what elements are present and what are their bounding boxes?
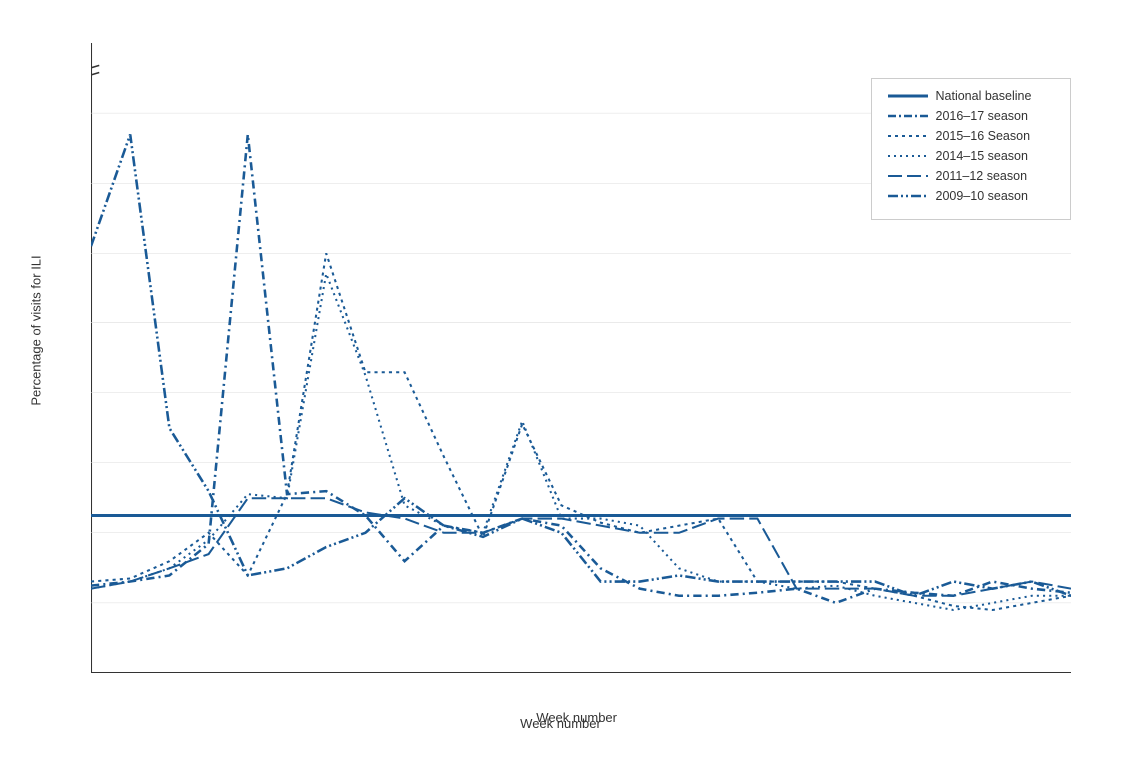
legend-label-2016: 2016–17 season (936, 109, 1028, 123)
legend-label-2011: 2011–12 season (936, 169, 1028, 183)
x-axis-label: Week number (536, 710, 617, 725)
legend-line-2016 (888, 109, 928, 123)
legend-line-2014 (888, 149, 928, 163)
legend-item-2009: 2009–10 season (888, 189, 1054, 203)
y-axis-label: Percentage of visits for ILI (28, 255, 43, 405)
legend: National baseline 2016–17 season 2015–16… (871, 78, 1071, 220)
legend-label-2014: 2014–15 season (936, 149, 1028, 163)
legend-line-2009 (888, 189, 928, 203)
chart-container: Percentage of visits for ILI Week number… (21, 23, 1101, 743)
legend-item-baseline: National baseline (888, 89, 1054, 103)
legend-item-2015: 2015–16 Season (888, 129, 1054, 143)
legend-label-2015: 2015–16 Season (936, 129, 1031, 143)
legend-label-2009: 2009–10 season (936, 189, 1028, 203)
legend-item-2011: 2011–12 season (888, 169, 1054, 183)
legend-line-2011 (888, 169, 928, 183)
legend-line-2015 (888, 129, 928, 143)
legend-label-baseline: National baseline (936, 89, 1032, 103)
legend-item-2014: 2014–15 season (888, 149, 1054, 163)
legend-line-baseline (888, 89, 928, 103)
legend-item-2016: 2016–17 season (888, 109, 1054, 123)
